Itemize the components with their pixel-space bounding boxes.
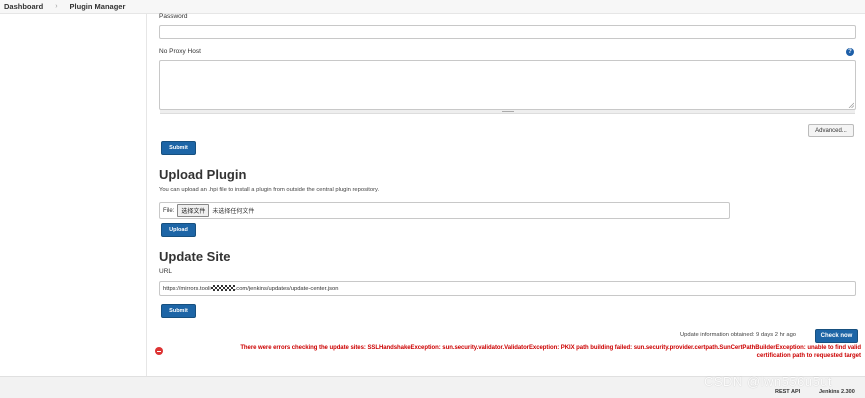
file-upload-field: File: 选择文件 未选择任何文件	[159, 202, 730, 219]
check-now-button[interactable]: Check now	[815, 329, 858, 343]
no-proxy-host-label: No Proxy Host	[159, 48, 201, 55]
upload-plugin-description: You can upload an .hpi file to install a…	[159, 187, 380, 193]
upload-plugin-title: Upload Plugin	[159, 167, 247, 182]
no-proxy-host-textarea[interactable]	[159, 60, 856, 114]
upload-button[interactable]: Upload	[161, 223, 196, 237]
error-line-2: certification path to requested target	[756, 353, 861, 359]
no-file-chosen-text: 未选择任何文件	[212, 209, 255, 215]
url-suffix: .com/jenkins/updates/update-center.json	[234, 286, 339, 292]
redaction-mask	[210, 285, 235, 291]
main-panel: Password No Proxy Host ? Advanced... Sub…	[147, 13, 865, 376]
textarea-drag-handle[interactable]	[160, 110, 855, 114]
error-line-1: There were errors checking the update si…	[240, 345, 861, 351]
choose-file-button[interactable]: 选择文件	[177, 204, 210, 217]
update-site-submit-button[interactable]: Submit	[161, 304, 196, 318]
csdn-watermark: CSDN @lwn556u5ut	[704, 374, 833, 389]
breadcrumb: Dashboard › Plugin Manager	[0, 0, 865, 14]
url-prefix: https://mirrors.tooli	[163, 286, 211, 292]
update-site-error: There were errors checking the update si…	[171, 344, 861, 360]
url-label: URL	[159, 268, 173, 275]
update-info-text: Update information obtained: 9 days 2 hr…	[680, 332, 797, 338]
error-icon	[155, 347, 163, 355]
resize-grip-icon[interactable]	[848, 102, 854, 108]
rest-api-link[interactable]: REST API	[775, 389, 800, 395]
chevron-right-icon: ›	[55, 3, 58, 10]
help-icon[interactable]: ?	[846, 48, 854, 56]
advanced-button[interactable]: Advanced...	[808, 124, 854, 137]
breadcrumb-plugin-manager[interactable]: Plugin Manager	[70, 2, 126, 11]
breadcrumb-dashboard[interactable]: Dashboard	[4, 2, 43, 11]
file-label: File:	[163, 207, 175, 214]
jenkins-version-link[interactable]: Jenkins 2.300	[819, 389, 855, 395]
side-panel	[0, 14, 147, 376]
update-site-title: Update Site	[159, 249, 231, 264]
password-label: Password	[159, 13, 188, 20]
update-site-url-input[interactable]: https://mirrors.tooli .com/jenkins/update…	[159, 281, 856, 296]
password-field[interactable]	[159, 25, 856, 39]
proxy-submit-button[interactable]: Submit	[161, 141, 196, 155]
